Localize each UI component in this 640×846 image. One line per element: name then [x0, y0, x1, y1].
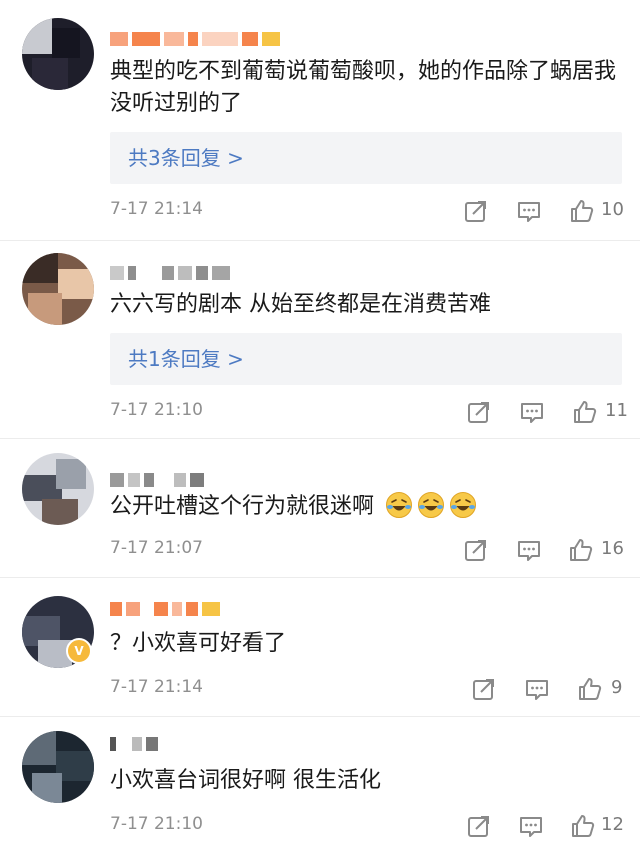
mosaic-block: [196, 266, 208, 280]
mosaic-block: [178, 266, 192, 280]
replies-box[interactable]: 共3条回复 >: [110, 132, 622, 184]
comment-item-5: 小欢喜台词很好啊 很生活化 7-17 21:10 12: [0, 717, 640, 846]
comment-icon[interactable]: [516, 198, 542, 224]
comment-text: 公开吐槽这个行为就很迷啊: [110, 491, 630, 523]
mosaic-block: [186, 602, 198, 616]
like-count: 9: [611, 677, 623, 698]
comment-icon[interactable]: [516, 537, 542, 563]
mosaic-block: [144, 473, 154, 487]
share-icon[interactable]: [463, 537, 489, 563]
thumbs-up-icon[interactable]: [570, 813, 596, 839]
mosaic-block: [174, 473, 186, 487]
mosaic-block: [128, 266, 136, 280]
share-icon[interactable]: [463, 198, 489, 224]
replies-link[interactable]: 共1条回复 >: [128, 345, 244, 373]
mosaic-block: [172, 602, 182, 616]
comment-meta: 7-17 21:10 12: [0, 811, 640, 841]
mosaic-block: [188, 32, 198, 46]
comment-meta: 7-17 21:14 9: [0, 674, 640, 704]
comment-time: 7-17 21:14: [110, 677, 203, 697]
comment-time: 7-17 21:14: [110, 199, 203, 219]
mosaic-block: [242, 32, 258, 46]
mosaic-block: [262, 32, 280, 46]
username-masked[interactable]: [110, 598, 224, 620]
mosaic-block: [126, 602, 140, 616]
comment-meta: 7-17 21:10 11: [0, 397, 640, 427]
mosaic-block: [154, 602, 168, 616]
comment-item-3: 公开吐槽这个行为就很迷啊 7-17 21:07 16: [0, 439, 640, 578]
mosaic-block: [190, 473, 204, 487]
avatar[interactable]: [22, 253, 94, 325]
mosaic-block: [110, 737, 116, 751]
comment-item-4: V ？小欢喜可好看了 7-17 21:14 9: [0, 578, 640, 717]
mosaic-block: [132, 737, 142, 751]
thumbs-up-icon[interactable]: [568, 537, 594, 563]
comment-icon[interactable]: [518, 813, 544, 839]
share-icon[interactable]: [471, 676, 497, 702]
comment-icon[interactable]: [524, 676, 550, 702]
like-count: 11: [605, 400, 628, 421]
username-masked[interactable]: [110, 28, 284, 50]
replies-box[interactable]: 共1条回复 >: [110, 333, 622, 385]
comment-text: 典型的吃不到葡萄说葡萄酸呗，她的作品除了蜗居我没听过别的了: [110, 59, 617, 116]
mosaic-block: [202, 32, 238, 46]
mosaic-block: [132, 32, 160, 46]
comment-item-1: 典型的吃不到葡萄说葡萄酸呗，她的作品除了蜗居我没听过别的了 共3条回复 > 7-…: [0, 0, 640, 241]
avatar-pixel: [28, 293, 62, 325]
avatar-pixel: [22, 731, 56, 765]
mosaic-block: [110, 32, 128, 46]
comment-time: 7-17 21:10: [110, 814, 203, 834]
avatar-pixel: [22, 253, 58, 283]
comment-time: 7-17 21:10: [110, 400, 203, 420]
replies-link[interactable]: 共3条回复 >: [128, 144, 244, 172]
mosaic-block: [128, 473, 140, 487]
comment-text: ？小欢喜可好看了: [110, 631, 287, 656]
comment-item-2: 六六写的剧本 从始至终都是在消费苦难 共1条回复 > 7-17 21:10 11: [0, 241, 640, 439]
avatar[interactable]: [22, 453, 94, 525]
like-count: 16: [601, 538, 624, 559]
avatar-pixel: [58, 269, 94, 299]
avatar-pixel: [52, 28, 80, 58]
mosaic-block: [212, 266, 230, 280]
avatar[interactable]: [22, 731, 94, 803]
comment-meta: 7-17 21:14 10: [0, 196, 640, 226]
laugh-cry-emoji: [450, 492, 477, 518]
comment-icon[interactable]: [519, 399, 545, 425]
mosaic-block: [202, 602, 220, 616]
avatar-pixel: [22, 18, 52, 54]
avatar-pixel: [56, 459, 86, 489]
mosaic-block: [110, 266, 124, 280]
thumbs-up-icon[interactable]: [577, 676, 603, 702]
avatar[interactable]: [22, 18, 94, 90]
share-icon[interactable]: [466, 813, 492, 839]
comment-text: 六六写的剧本 从始至终都是在消费苦难: [110, 292, 491, 317]
comment-text: 小欢喜台词很好啊 很生活化: [110, 768, 381, 793]
thumbs-up-icon[interactable]: [569, 198, 595, 224]
comment-time: 7-17 21:07: [110, 538, 203, 558]
thumbs-up-icon[interactable]: [572, 399, 598, 425]
verified-badge: V: [66, 638, 92, 664]
mosaic-block: [164, 32, 184, 46]
username-masked[interactable]: [110, 262, 234, 284]
avatar-pixel: [32, 58, 68, 90]
like-count: 10: [601, 199, 624, 220]
username-masked[interactable]: [110, 733, 162, 755]
username-masked[interactable]: [110, 469, 208, 491]
mosaic-block: [110, 602, 122, 616]
laugh-cry-emoji: [418, 492, 445, 518]
comment-meta: 7-17 21:07 16: [0, 535, 640, 565]
mosaic-block: [146, 737, 158, 751]
like-count: 12: [601, 814, 624, 835]
laugh-cry-emoji: [386, 492, 413, 518]
mosaic-block: [110, 473, 124, 487]
avatar-pixel: [32, 773, 62, 803]
avatar-pixel: [42, 499, 78, 525]
comment-text-body: 公开吐槽这个行为就很迷啊: [110, 494, 375, 519]
share-icon[interactable]: [466, 399, 492, 425]
mosaic-block: [162, 266, 174, 280]
